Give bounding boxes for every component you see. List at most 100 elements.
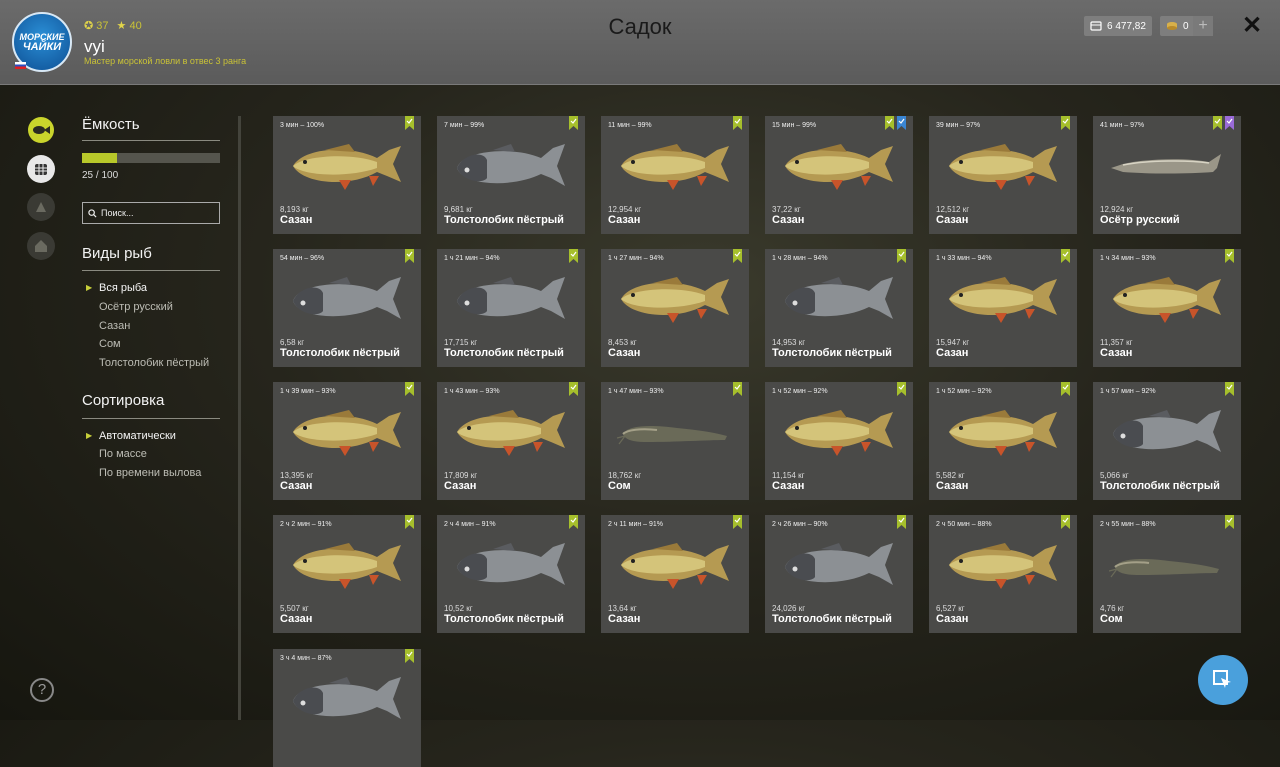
fish-weight: 5,507 кг <box>280 604 309 613</box>
green-bookmark-icon <box>885 116 894 130</box>
fish-weight: 17,715 кг <box>444 338 478 347</box>
help-icon[interactable]: ? <box>30 678 54 702</box>
fish-card[interactable]: 7 мин – 99% 9,681 кг Толстолобик пёстрый <box>437 116 585 234</box>
search-icon <box>88 208 97 218</box>
carp-icon <box>457 410 565 456</box>
fish-card[interactable]: 3 мин – 100% 8,193 кг Сазан <box>273 116 421 234</box>
fish-card[interactable]: 1 ч 28 мин – 94% 14,953 кг Толстолобик пёс… <box>765 249 913 367</box>
cursor-mode-button[interactable] <box>1198 655 1248 705</box>
fish-card[interactable]: 1 ч 47 мин – 93% 18,762 кг Сом <box>601 382 749 500</box>
species-filter-all[interactable]: Вся рыба <box>99 282 147 294</box>
green-bookmark-icon <box>569 249 578 263</box>
green-bookmark-icon <box>1225 515 1234 529</box>
divider <box>82 140 220 141</box>
fish-card[interactable]: 1 ч 27 мин – 94% 8,453 кг Сазан <box>601 249 749 367</box>
fish-tab-icon[interactable] <box>27 116 55 144</box>
keepnet-tab-icon[interactable] <box>27 155 55 183</box>
carp-icon <box>949 410 1057 456</box>
green-bookmark-icon <box>733 116 742 130</box>
fish-card[interactable]: 1 ч 21 мин – 94% 17,715 кг Толстолобик пёс… <box>437 249 585 367</box>
fish-name: Сазан <box>936 347 969 359</box>
money-value: 6 477,82 <box>1107 20 1146 32</box>
species-filter-sturgeon[interactable]: Осётр русский <box>99 301 173 313</box>
species-filter-carp[interactable]: Сазан <box>99 320 130 332</box>
carp-icon <box>621 277 729 323</box>
fish-card[interactable]: 2 ч 55 мин – 88% 4,76 кг Сом <box>1093 515 1241 633</box>
buy-gold-button[interactable]: + <box>1193 16 1213 36</box>
fish-card[interactable]: 2 ч 11 мин – 91% 13,64 кг Сазан <box>601 515 749 633</box>
green-bookmark-icon <box>569 515 578 529</box>
carp-icon <box>785 144 893 190</box>
fish-card[interactable]: 2 ч 26 мин – 90% 24,026 кг Толстолобик пёс… <box>765 515 913 633</box>
catch-time: 1 ч 21 мин – 94% <box>444 255 500 262</box>
fish-card[interactable]: 2 ч 50 мин – 88% 6,527 кг Сазан <box>929 515 1077 633</box>
sort-automatic[interactable]: Автоматически <box>99 430 176 442</box>
money-balance: 6 477,82 <box>1084 16 1152 36</box>
green-bookmark-icon <box>569 116 578 130</box>
fish-card[interactable]: 1 ч 39 мин – 93% 13,395 кг Сазан <box>273 382 421 500</box>
fish-card[interactable]: 3 ч 4 мин – 87% <box>273 649 421 767</box>
sort-by-time[interactable]: По времени вылова <box>99 467 201 479</box>
green-bookmark-icon <box>405 249 414 263</box>
fish-weight: 12,512 кг <box>936 205 970 214</box>
fish-card[interactable]: 1 ч 33 мин – 94% 15,947 кг Сазан <box>929 249 1077 367</box>
search-input[interactable]: Поиск... <box>82 202 220 224</box>
fish-card[interactable]: 15 мин – 99% 37,22 кг Сазан <box>765 116 913 234</box>
fish-card[interactable]: 41 мин – 97% 12,924 кг Осётр русский <box>1093 116 1241 234</box>
fish-name: Осётр русский <box>1100 214 1180 226</box>
divider <box>82 270 220 271</box>
bighead-carp-icon <box>293 277 401 319</box>
fish-card[interactable]: 39 мин – 97% 12,512 кг Сазан <box>929 116 1077 234</box>
fish-name: Сазан <box>608 613 641 625</box>
catch-time: 1 ч 47 мин – 93% <box>608 388 664 395</box>
bighead-carp-icon <box>785 277 893 319</box>
close-icon[interactable]: ✕ <box>1240 14 1264 38</box>
fish-card[interactable]: 1 ч 52 мин – 92% 11,154 кг Сазан <box>765 382 913 500</box>
fish-card[interactable]: 2 ч 4 мин – 91% 10,52 кг Толстолобик пёстр… <box>437 515 585 633</box>
fish-card[interactable]: 1 ч 52 мин – 92% 5,582 кг Сазан <box>929 382 1077 500</box>
fish-card[interactable]: 1 ч 43 мин – 93% 17,809 кг Сазан <box>437 382 585 500</box>
carp-icon <box>621 144 729 190</box>
fish-weight: 11,357 кг <box>1100 338 1133 347</box>
fish-card[interactable]: 1 ч 34 мин – 93% 11,357 кг Сазан <box>1093 249 1241 367</box>
fish-weight: 10,52 кг <box>444 604 473 613</box>
fish-weight: 12,924 кг <box>1100 205 1134 214</box>
capacity-bar <box>82 153 220 163</box>
fish-weight: 24,026 кг <box>772 604 806 613</box>
species-filter-catfish[interactable]: Сом <box>99 338 121 350</box>
fish-name: Толстолобик пёстрый <box>280 347 400 359</box>
bighead-carp-icon <box>457 543 565 585</box>
green-bookmark-icon <box>897 382 906 396</box>
fish-card[interactable]: 11 мин – 99% 12,954 кг Сазан <box>601 116 749 234</box>
fish-weight: 5,582 кг <box>936 471 965 480</box>
fish-card[interactable]: 54 мин – 96% 6,58 кг Толстолобик пёстрый <box>273 249 421 367</box>
sort-by-weight[interactable]: По массе <box>99 448 147 460</box>
species-filter-bighead[interactable]: Толстолобик пёстрый <box>99 357 209 369</box>
purple-bookmark-icon <box>1225 116 1234 130</box>
green-bookmark-icon <box>897 249 906 263</box>
bighead-carp-icon <box>1113 410 1221 452</box>
catch-time: 1 ч 43 мин – 93% <box>444 388 500 395</box>
green-bookmark-icon <box>405 382 414 396</box>
home-tab-icon[interactable] <box>27 232 55 260</box>
fish-name: Сазан <box>608 347 641 359</box>
catch-time: 1 ч 33 мин – 94% <box>936 255 992 262</box>
fish-card[interactable]: 1 ч 57 мин – 92% 5,066 кг Толстолобик пёст… <box>1093 382 1241 500</box>
capacity-text: 25 / 100 <box>82 170 119 181</box>
green-bookmark-icon <box>1061 249 1070 263</box>
catch-time: 3 ч 4 мин – 87% <box>280 655 332 662</box>
catch-time: 1 ч 34 мин – 93% <box>1100 255 1156 262</box>
bighead-carp-icon <box>457 144 565 186</box>
catch-time: 39 мин – 97% <box>936 122 981 129</box>
gold-coins-icon <box>1167 22 1177 30</box>
fish-card[interactable]: 2 ч 2 мин – 91% 5,507 кг Сазан <box>273 515 421 633</box>
carp-icon <box>1113 277 1221 323</box>
catch-time: 2 ч 50 мин – 88% <box>936 521 992 528</box>
fish-weight: 17,809 кг <box>444 471 478 480</box>
sorting-title: Сортировка <box>82 392 165 409</box>
carp-icon <box>949 277 1057 323</box>
player-rank: Мастер морской ловли в отвес 3 ранга <box>84 56 247 66</box>
trophy-tab-icon[interactable] <box>27 193 55 221</box>
search-placeholder: Поиск... <box>101 208 134 218</box>
catch-time: 7 мин – 99% <box>444 122 485 129</box>
